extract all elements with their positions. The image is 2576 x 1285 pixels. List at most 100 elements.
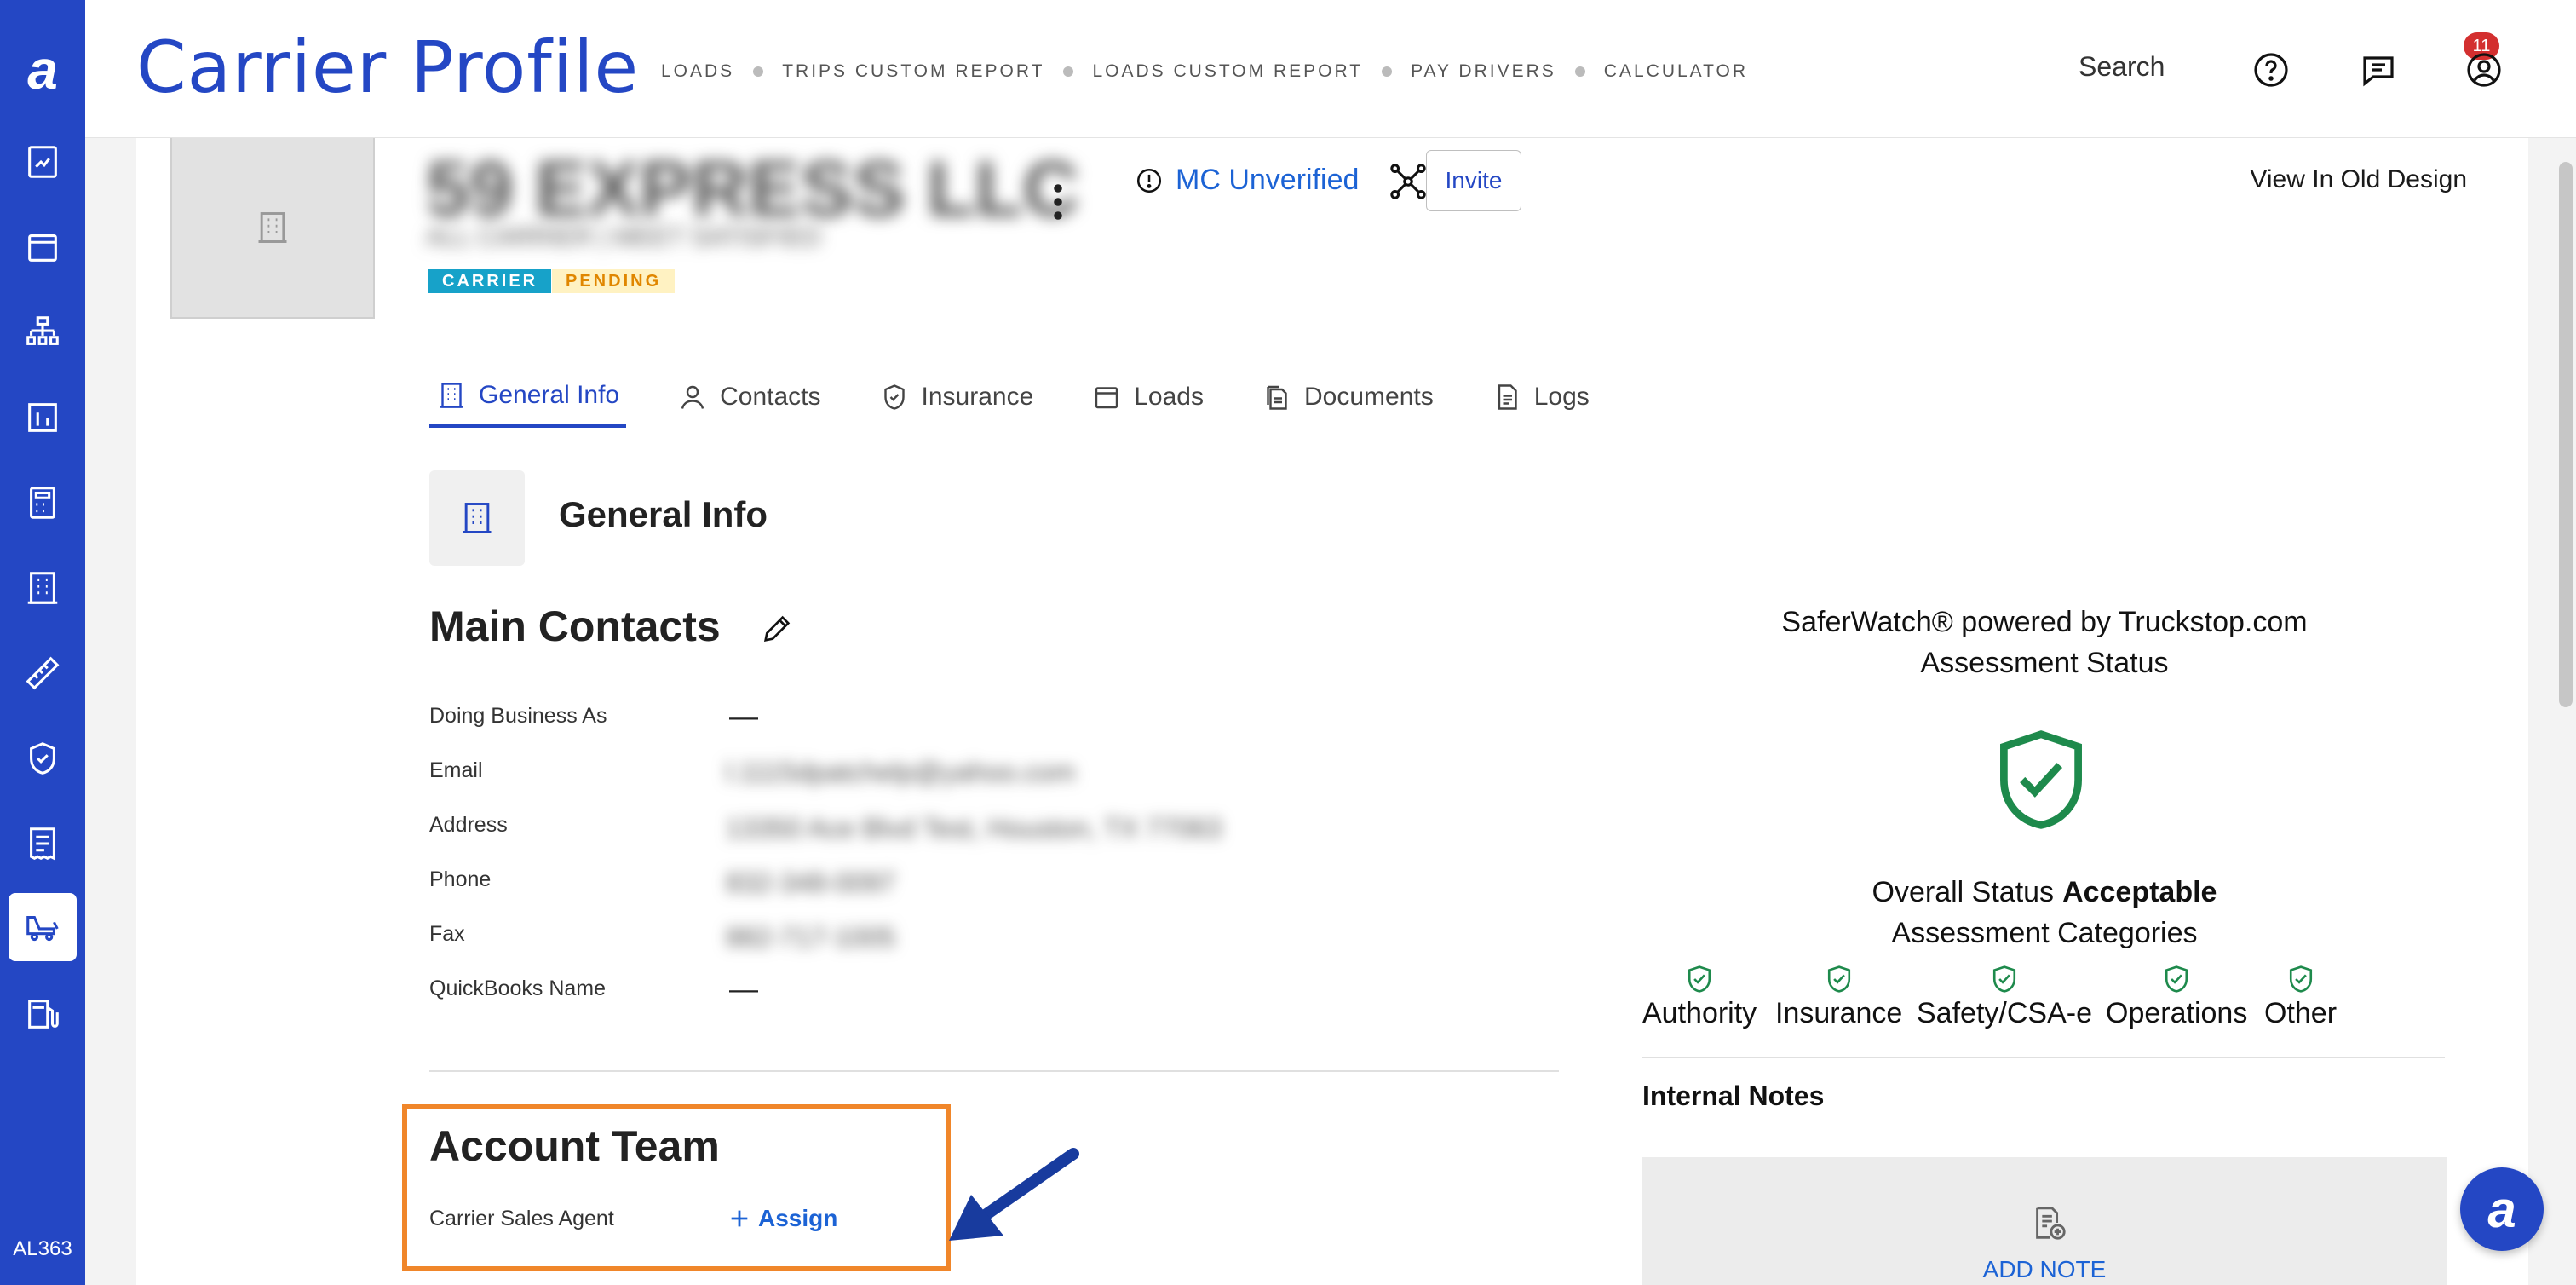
shield-check-icon[interactable] [9,724,77,792]
report-icon[interactable] [9,128,77,196]
person-icon [681,385,704,409]
tab-documents[interactable]: Documents [1255,366,1440,428]
company-avatar [170,138,375,319]
user-code: AL363 [13,1237,72,1260]
category-label: Safety/CSA-e [1917,997,2092,1029]
assessment-categories-title: Assessment Categories [1891,917,2198,949]
saferwatch-title-line1: SaferWatch® powered by Truckstop.com [1781,606,2308,638]
tab-logs[interactable]: Logs [1485,366,1596,428]
chat-icon[interactable] [2358,49,2399,90]
tab-insurance[interactable]: Insurance [872,366,1041,428]
add-note-icon [2036,1207,2066,1240]
nav-calculator[interactable]: CALCULATOR [1604,61,1748,82]
pending-tag: PENDING [552,269,676,293]
nav-separator [1574,66,1585,77]
overall-status-label: Overall Status [1872,876,2055,908]
account-icon[interactable] [2464,49,2504,90]
general-info-icon-box [429,470,525,566]
category-label: Operations [2106,997,2248,1029]
shield-check-icon [2000,730,2082,829]
top-header: Carrier Profile LOADS TRIPS CUSTOM REPOR… [85,0,2576,138]
tab-label: General Info [479,381,620,409]
shield-check-icon [883,384,905,410]
field-label-dba: Doing Business As [429,704,607,728]
shield-check-icon [2289,965,2312,993]
category-authority: Authority [1642,965,1757,1030]
nav-loads-custom-report[interactable]: LOADS CUSTOM REPORT [1092,61,1363,82]
top-nav: LOADS TRIPS CUSTOM REPORT LOADS CUSTOM R… [661,61,1748,82]
nav-trips-custom-report[interactable]: TRIPS CUSTOM REPORT [782,61,1044,82]
category-insurance: Insurance [1775,965,1902,1030]
fuel-icon[interactable] [9,980,77,1048]
building-icon [258,212,287,243]
company-name: 59 EXPRESS LLC [426,146,1079,233]
more-options-icon[interactable] [1053,181,1063,223]
saferwatch-title: SaferWatch® powered by Truckstop.com Ass… [1567,602,2521,683]
page-scrollbar[interactable] [2559,162,2573,707]
notes-divider [1642,1057,2445,1058]
box-icon [1095,387,1118,409]
box-icon[interactable] [9,213,77,281]
truck-icon[interactable] [9,893,77,961]
building-icon [463,503,492,533]
document-icon [1498,384,1517,410]
nav-loads[interactable]: LOADS [661,61,734,82]
mc-status[interactable]: MC Unverified [1135,164,1359,197]
category-safety: Safety/CSA-e [1917,965,2092,1030]
tab-label: Insurance [921,383,1034,411]
category-other: Other [2264,965,2337,1030]
field-value-email: l.1115dpatchelp@yahoo.com [726,757,1076,787]
tab-label: Contacts [720,383,821,411]
documents-icon [1267,385,1287,410]
field-label-phone: Phone [429,867,492,891]
receipt-icon[interactable] [9,810,77,878]
highlight-box [402,1104,951,1271]
building-icon[interactable] [9,554,77,622]
tab-label: Logs [1533,383,1590,411]
field-value-fax: 882-717-1005 [726,922,896,953]
app-logo[interactable]: a [0,34,85,106]
bar-chart-icon[interactable] [9,383,77,452]
company-subtitle: ALL CARRIER | MEET SATISFIED [426,223,822,251]
internal-notes-title: Internal Notes [1642,1080,1825,1111]
category-operations: Operations [2106,965,2247,1030]
invite-button[interactable]: Invite [1426,150,1521,211]
tab-label: Loads [1134,383,1204,411]
network-icon[interactable] [1389,162,1428,201]
section-divider [429,1070,1559,1072]
nav-pay-drivers[interactable]: PAY DRIVERS [1411,61,1556,82]
hierarchy-icon[interactable] [9,298,77,366]
calculator-icon[interactable] [9,469,77,537]
mc-status-label: MC Unverified [1176,164,1360,196]
field-label-email: Email [429,758,483,782]
shield-check-icon [1992,965,2016,993]
category-label: Insurance [1775,997,1903,1029]
building-icon [440,383,463,408]
category-label: Other [2264,997,2337,1029]
tab-general-info[interactable]: General Info [429,366,627,428]
shield-check-icon [1827,965,1850,993]
view-old-design-link[interactable]: View In Old Design [2250,165,2467,194]
field-value-address: 13350 Ace Blvd Test, Houston, TX 77063 [726,813,1222,844]
pencil-icon[interactable] [760,612,794,646]
field-label-address: Address [429,813,508,837]
nav-separator [753,66,764,77]
help-icon[interactable] [2251,49,2291,90]
tab-contacts[interactable]: Contacts [670,366,827,428]
chat-assistant-button[interactable]: a [2460,1167,2544,1251]
profile-tabs: General Info Contacts Insurance Loads Do… [429,366,1641,428]
search-button[interactable]: Search [2079,51,2165,83]
ruler-icon[interactable] [9,639,77,707]
sidebar: a AL363 [0,0,85,1285]
alert-icon [1136,168,1162,193]
tab-loads[interactable]: Loads [1084,366,1210,428]
shield-check-icon [1688,965,1711,993]
saferwatch-title-line2: Assessment Status [1920,647,2169,679]
field-value-phone: 832-348-0097 [726,867,896,898]
field-value-dba: — [729,700,758,733]
shield-check-icon [2165,965,2188,993]
annotation-arrow-icon [949,1148,1079,1241]
add-note-button[interactable]: ADD NOTE [1642,1256,2447,1283]
nav-separator [1382,66,1393,77]
tab-label: Documents [1304,383,1434,411]
